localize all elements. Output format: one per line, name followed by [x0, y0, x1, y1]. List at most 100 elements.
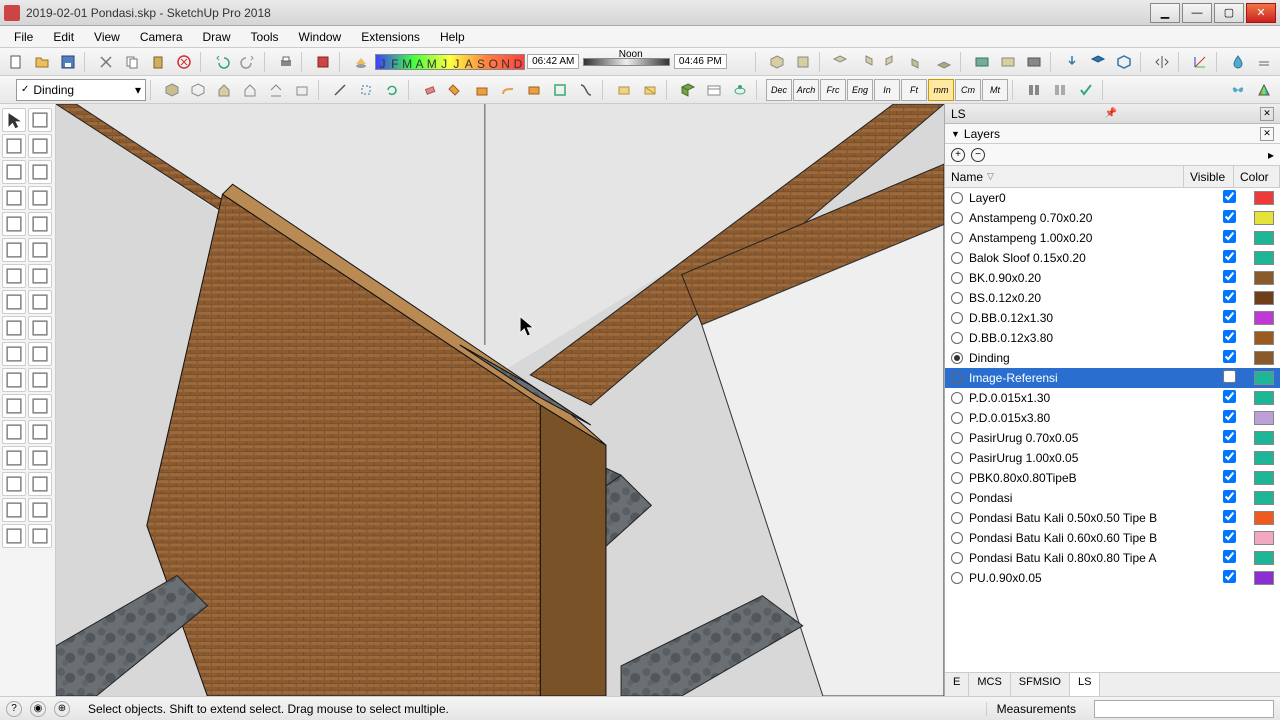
- layer-color-swatch[interactable]: [1254, 491, 1274, 505]
- layer-active-radio[interactable]: [951, 272, 963, 284]
- flip-horizontal-icon[interactable]: [1150, 50, 1174, 74]
- model-info-icon[interactable]: [311, 50, 335, 74]
- polygon-tool-icon[interactable]: [28, 186, 52, 210]
- tape-tool-icon[interactable]: [2, 342, 26, 366]
- house-front-icon[interactable]: [238, 78, 262, 102]
- follow-me-icon[interactable]: [496, 78, 520, 102]
- check-plugin-icon[interactable]: [1074, 78, 1098, 102]
- unit-mm[interactable]: mm: [928, 79, 954, 101]
- layer-active-radio[interactable]: [951, 312, 963, 324]
- menu-camera[interactable]: Camera: [130, 28, 193, 46]
- layer-visible-checkbox[interactable]: [1223, 510, 1236, 523]
- layer-visible-checkbox[interactable]: [1223, 210, 1236, 223]
- menu-help[interactable]: Help: [430, 28, 475, 46]
- layer-row[interactable]: Dinding: [945, 348, 1280, 368]
- layer-active-radio[interactable]: [951, 192, 963, 204]
- minimize2-button[interactable]: ▁: [1150, 3, 1180, 23]
- layer-active-radio[interactable]: [951, 232, 963, 244]
- layer-row[interactable]: BK.0.90x0.20: [945, 268, 1280, 288]
- 2ptarc-tool-icon[interactable]: [28, 212, 52, 236]
- iso-icon[interactable]: [765, 50, 789, 74]
- layer-row[interactable]: Anstampeng 0.70x0.20: [945, 208, 1280, 228]
- unit-cm[interactable]: Cm: [955, 79, 981, 101]
- prev-tool-icon[interactable]: [2, 472, 26, 496]
- add-layer-icon[interactable]: +: [951, 148, 965, 162]
- layer-row[interactable]: Layer0: [945, 188, 1280, 208]
- redo-icon[interactable]: [236, 50, 260, 74]
- unit-mt[interactable]: Mt: [982, 79, 1008, 101]
- layer-row[interactable]: BS.0.12x0.20: [945, 288, 1280, 308]
- solid-cube-icon[interactable]: [160, 78, 184, 102]
- layer-row[interactable]: Anstampeng 1.00x0.20: [945, 228, 1280, 248]
- layer-visible-checkbox[interactable]: [1223, 330, 1236, 343]
- layer-row[interactable]: PU.0.90x0.05: [945, 568, 1280, 588]
- 3ptarc-tool-icon[interactable]: [2, 238, 26, 262]
- col-visible[interactable]: Visible: [1184, 166, 1234, 187]
- layer-active-radio[interactable]: [951, 252, 963, 264]
- layer-color-swatch[interactable]: [1254, 351, 1274, 365]
- open-file-icon[interactable]: [30, 50, 54, 74]
- layer-active-radio[interactable]: [951, 452, 963, 464]
- panel-close-icon[interactable]: ✕: [1260, 127, 1274, 141]
- layer-visible-checkbox[interactable]: [1223, 290, 1236, 303]
- offset-icon[interactable]: [522, 78, 546, 102]
- collapse-icon[interactable]: ▼: [951, 129, 960, 139]
- axes-tool-icon[interactable]: [2, 394, 26, 418]
- offset-tool-icon[interactable]: [28, 316, 52, 340]
- layer-color-swatch[interactable]: [1254, 551, 1274, 565]
- new-file-icon[interactable]: [4, 50, 28, 74]
- select-tool-icon[interactable]: [2, 108, 26, 132]
- layer-active-radio[interactable]: [951, 292, 963, 304]
- section-fill-icon[interactable]: [1048, 78, 1072, 102]
- back-view-icon[interactable]: [880, 50, 904, 74]
- lookaround-tool-icon[interactable]: [28, 524, 52, 548]
- fog-icon[interactable]: [1252, 50, 1276, 74]
- date-slider[interactable]: JFMAMJJASOND: [375, 54, 525, 70]
- bottom-view-icon[interactable]: [932, 50, 956, 74]
- layer-active-radio[interactable]: [951, 532, 963, 544]
- layers-header[interactable]: ▼ Layers ✕: [945, 124, 1280, 144]
- zoomext-tool-icon[interactable]: [28, 472, 52, 496]
- layer-active-radio[interactable]: [951, 392, 963, 404]
- layer-visible-checkbox[interactable]: [1223, 270, 1236, 283]
- layer-active-radio[interactable]: [951, 212, 963, 224]
- layer-row[interactable]: Pondasi: [945, 488, 1280, 508]
- protractor-tool-icon[interactable]: [2, 368, 26, 392]
- menu-draw[interactable]: Draw: [193, 28, 241, 46]
- orbit-tool-icon[interactable]: [2, 420, 26, 444]
- photo-textures-icon[interactable]: [1022, 50, 1046, 74]
- layer-color-swatch[interactable]: [1254, 231, 1274, 245]
- menu-extensions[interactable]: Extensions: [351, 28, 430, 46]
- layer-active-radio[interactable]: [951, 512, 963, 524]
- move-tool-icon[interactable]: [2, 264, 26, 288]
- lasso-tool-icon[interactable]: [28, 108, 52, 132]
- layer-row[interactable]: Pondasi Batu Kali 0.60x0.60 Tipe B: [945, 528, 1280, 548]
- line-tool-icon[interactable]: [328, 78, 352, 102]
- paint-bucket-icon[interactable]: [444, 78, 468, 102]
- zoomwin-tool-icon[interactable]: [28, 446, 52, 470]
- profile-icon[interactable]: ◉: [30, 701, 46, 717]
- axes-tool-icon[interactable]: [1188, 50, 1212, 74]
- layer-visible-checkbox[interactable]: [1223, 190, 1236, 203]
- pan-tool-icon[interactable]: [28, 420, 52, 444]
- cut-icon[interactable]: [94, 50, 118, 74]
- layer-active-radio[interactable]: [951, 472, 963, 484]
- solid-tools-icon[interactable]: [612, 78, 636, 102]
- house-top-icon[interactable]: [290, 78, 314, 102]
- viewport[interactable]: [56, 104, 944, 696]
- layer-visible-checkbox[interactable]: [1223, 410, 1236, 423]
- time-track[interactable]: [583, 58, 670, 66]
- layout-icon[interactable]: [728, 78, 752, 102]
- share-model-icon[interactable]: [1086, 50, 1110, 74]
- layer-visible-checkbox[interactable]: [1223, 570, 1236, 583]
- layer-color-swatch[interactable]: [1254, 371, 1274, 385]
- layer-color-swatch[interactable]: [1254, 531, 1274, 545]
- push-pull-icon[interactable]: [470, 78, 494, 102]
- layer-row[interactable]: P.D.0.015x1.30: [945, 388, 1280, 408]
- right-view-icon[interactable]: [854, 50, 878, 74]
- rotate-tool-icon[interactable]: [380, 78, 404, 102]
- layer-row[interactable]: PasirUrug 0.70x0.05: [945, 428, 1280, 448]
- scale-tool-icon[interactable]: [2, 316, 26, 340]
- circle-tool-icon[interactable]: [2, 186, 26, 210]
- layer-color-swatch[interactable]: [1254, 291, 1274, 305]
